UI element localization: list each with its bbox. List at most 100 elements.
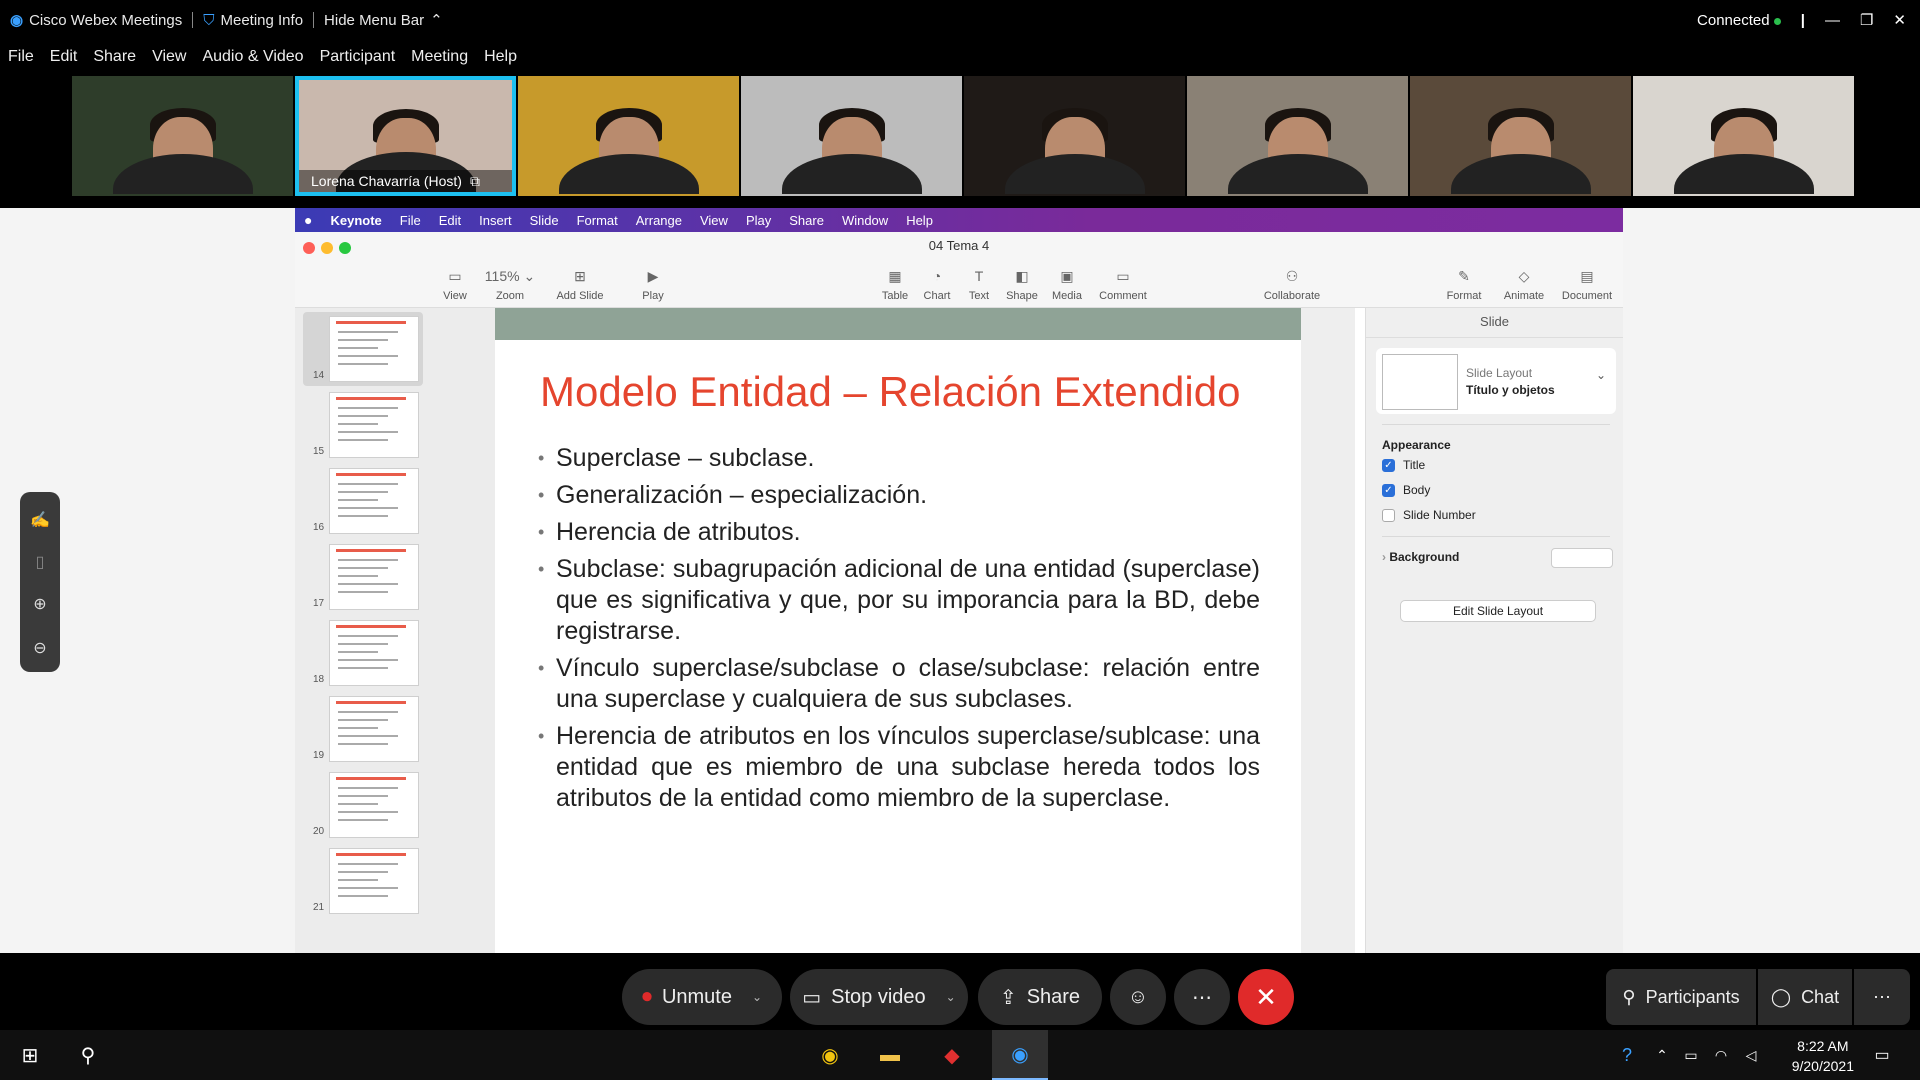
participant-video-strip: Lorena Chavarría (Host) ⧉ <box>72 76 1854 196</box>
menu-help[interactable]: Help <box>476 48 525 66</box>
comment-button[interactable]: ▭ Comment <box>1093 268 1153 302</box>
mac-menu-keynote[interactable]: Keynote <box>321 213 390 228</box>
search-icon[interactable]: ⚲ <box>66 1030 110 1080</box>
slide-bullet-list[interactable]: Superclase – subclase. Generalización – … <box>538 443 1260 820</box>
participant-body <box>1450 154 1591 194</box>
shape-button[interactable]: ◧ Shape <box>1000 268 1044 302</box>
chevron-down-icon[interactable]: ⌄ <box>946 990 956 1004</box>
mac-menu-insert[interactable]: Insert <box>470 213 521 228</box>
mac-menu-help[interactable]: Help <box>897 213 942 228</box>
mac-menu-format[interactable]: Format <box>568 213 627 228</box>
apple-icon[interactable]: ● <box>295 212 321 228</box>
end-meeting-button[interactable]: ✕ <box>1238 969 1294 1025</box>
add-slide-button[interactable]: ⊞ Add Slide <box>545 268 615 302</box>
view-button[interactable]: ▭ View <box>435 268 475 302</box>
menu-edit[interactable]: Edit <box>42 48 86 66</box>
participant-video-tile[interactable] <box>1187 76 1408 196</box>
windows-start-icon[interactable]: ⊞ <box>8 1030 52 1080</box>
thumbnail-text-line <box>338 507 398 509</box>
slide-number-label: 20 <box>313 826 325 837</box>
menu-meeting[interactable]: Meeting <box>403 48 476 66</box>
restore-icon[interactable]: ❐ <box>1860 11 1873 29</box>
zoom-in-icon[interactable]: ⊕ <box>20 594 60 614</box>
table-button[interactable]: ▦ Table <box>875 268 915 302</box>
body-checkbox[interactable]: ✓ Body <box>1382 483 1430 497</box>
animate-button[interactable]: ◇ Animate <box>1497 268 1551 302</box>
edit-slide-layout-button[interactable]: Edit Slide Layout <box>1400 600 1596 622</box>
reactions-button[interactable]: ☺ <box>1110 969 1166 1025</box>
slide-thumbnail[interactable] <box>329 468 419 534</box>
slide-thumbnail[interactable] <box>329 696 419 762</box>
battery-icon[interactable]: ▭ <box>1678 1030 1704 1080</box>
slide-thumbnail[interactable] <box>329 620 419 686</box>
participant-video-tile[interactable] <box>72 76 293 196</box>
menu-file[interactable]: File <box>0 48 42 66</box>
play-button[interactable]: ▶ Play <box>623 268 683 302</box>
background-label[interactable]: › Background <box>1382 550 1459 564</box>
menu-view[interactable]: View <box>144 48 194 66</box>
slide-thumbnail[interactable] <box>329 544 419 610</box>
zoom-out-icon[interactable]: ⊖ <box>20 638 60 658</box>
mac-menu-view[interactable]: View <box>691 213 737 228</box>
format-button[interactable]: ✎ Format <box>1437 268 1491 302</box>
mac-menu-window[interactable]: Window <box>833 213 897 228</box>
slide-thumbnail[interactable] <box>329 848 419 914</box>
text-button[interactable]: T Text <box>959 268 999 302</box>
participant-video-tile[interactable] <box>1410 76 1631 196</box>
menu-participant[interactable]: Participant <box>312 48 404 66</box>
file-explorer-icon[interactable]: ▬ <box>868 1030 912 1080</box>
eraser-icon[interactable]: ▯ <box>20 552 60 572</box>
participant-video-tile[interactable] <box>741 76 962 196</box>
mac-menu-file[interactable]: File <box>391 213 430 228</box>
participant-video-tile[interactable] <box>1633 76 1854 196</box>
title-checkbox[interactable]: ✓ Title <box>1382 458 1425 472</box>
mac-menu-play[interactable]: Play <box>737 213 780 228</box>
participant-video-tile[interactable]: Lorena Chavarría (Host) ⧉ <box>295 76 516 196</box>
chart-button[interactable]: ◔ Chart <box>917 268 957 302</box>
webex-taskbar-icon[interactable]: ◉ <box>992 1030 1048 1080</box>
thumbnail-title-line <box>336 321 406 324</box>
help-icon[interactable]: ? <box>1612 1030 1642 1080</box>
close-icon[interactable]: ✕ <box>1893 11 1906 29</box>
document-button[interactable]: ▤ Document <box>1557 268 1617 302</box>
mac-menu-arrange[interactable]: Arrange <box>627 213 691 228</box>
more-options-button[interactable]: ⋯ <box>1174 969 1230 1025</box>
participants-button[interactable]: ⚲ Participants <box>1606 969 1756 1025</box>
meeting-info-button[interactable]: ⛉ Meeting Info <box>193 12 313 29</box>
background-color-well[interactable] <box>1551 548 1613 568</box>
slide-number-checkbox[interactable]: Slide Number <box>1382 508 1476 522</box>
app-diamond-icon[interactable]: ◆ <box>930 1030 974 1080</box>
menu-share[interactable]: Share <box>85 48 144 66</box>
chevron-up-icon[interactable]: ⌃ <box>1650 1030 1674 1080</box>
slide-title[interactable]: Modelo Entidad – Relación Extendido <box>540 368 1240 416</box>
share-button[interactable]: ⇪ Share <box>978 969 1102 1025</box>
menu-audio-video[interactable]: Audio & Video <box>194 48 311 66</box>
collaborate-button[interactable]: ⚇ Collaborate <box>1257 268 1327 302</box>
more-panels-button[interactable]: ⋯ <box>1854 969 1910 1025</box>
mac-menu-share[interactable]: Share <box>780 213 833 228</box>
mac-menu-edit[interactable]: Edit <box>430 213 470 228</box>
mac-menu-slide[interactable]: Slide <box>521 213 568 228</box>
volume-icon[interactable]: ◁ <box>1738 1030 1764 1080</box>
minimize-icon[interactable]: — <box>1825 12 1840 29</box>
mac-menu-bar: ● Keynote File Edit Insert Slide Format … <box>295 208 1623 232</box>
chat-button[interactable]: ◯ Chat <box>1758 969 1852 1025</box>
pen-icon[interactable]: ✍ <box>20 510 60 530</box>
taskbar-clock[interactable]: 8:22 AM 9/20/2021 <box>1792 1036 1854 1076</box>
slide-thumbnail[interactable] <box>329 316 419 382</box>
wifi-icon[interactable]: ◠ <box>1708 1030 1734 1080</box>
slide-thumbnail[interactable] <box>329 772 419 838</box>
slide-layout-selector[interactable]: Slide Layout Título y objetos ⌄ <box>1376 348 1616 414</box>
notifications-icon[interactable]: ▭ <box>1860 1030 1904 1080</box>
hide-menu-bar-button[interactable]: Hide Menu Bar ⌃ <box>314 11 453 30</box>
participant-video-tile[interactable] <box>518 76 739 196</box>
slide-thumbnail[interactable] <box>329 392 419 458</box>
stop-video-button[interactable]: ▭ Stop video ⌄ <box>790 969 968 1025</box>
chevron-down-icon[interactable]: ⌄ <box>752 990 762 1004</box>
unmute-button[interactable]: ⏺ Unmute ⌄ <box>622 969 782 1025</box>
participant-video-tile[interactable] <box>964 76 1185 196</box>
slide[interactable]: Modelo Entidad – Relación Extendido Supe… <box>495 308 1301 953</box>
chrome-icon[interactable]: ◉ <box>808 1030 852 1080</box>
media-button[interactable]: ▣ Media <box>1045 268 1089 302</box>
zoom-button[interactable]: 115% ⌄ Zoom <box>480 268 540 302</box>
